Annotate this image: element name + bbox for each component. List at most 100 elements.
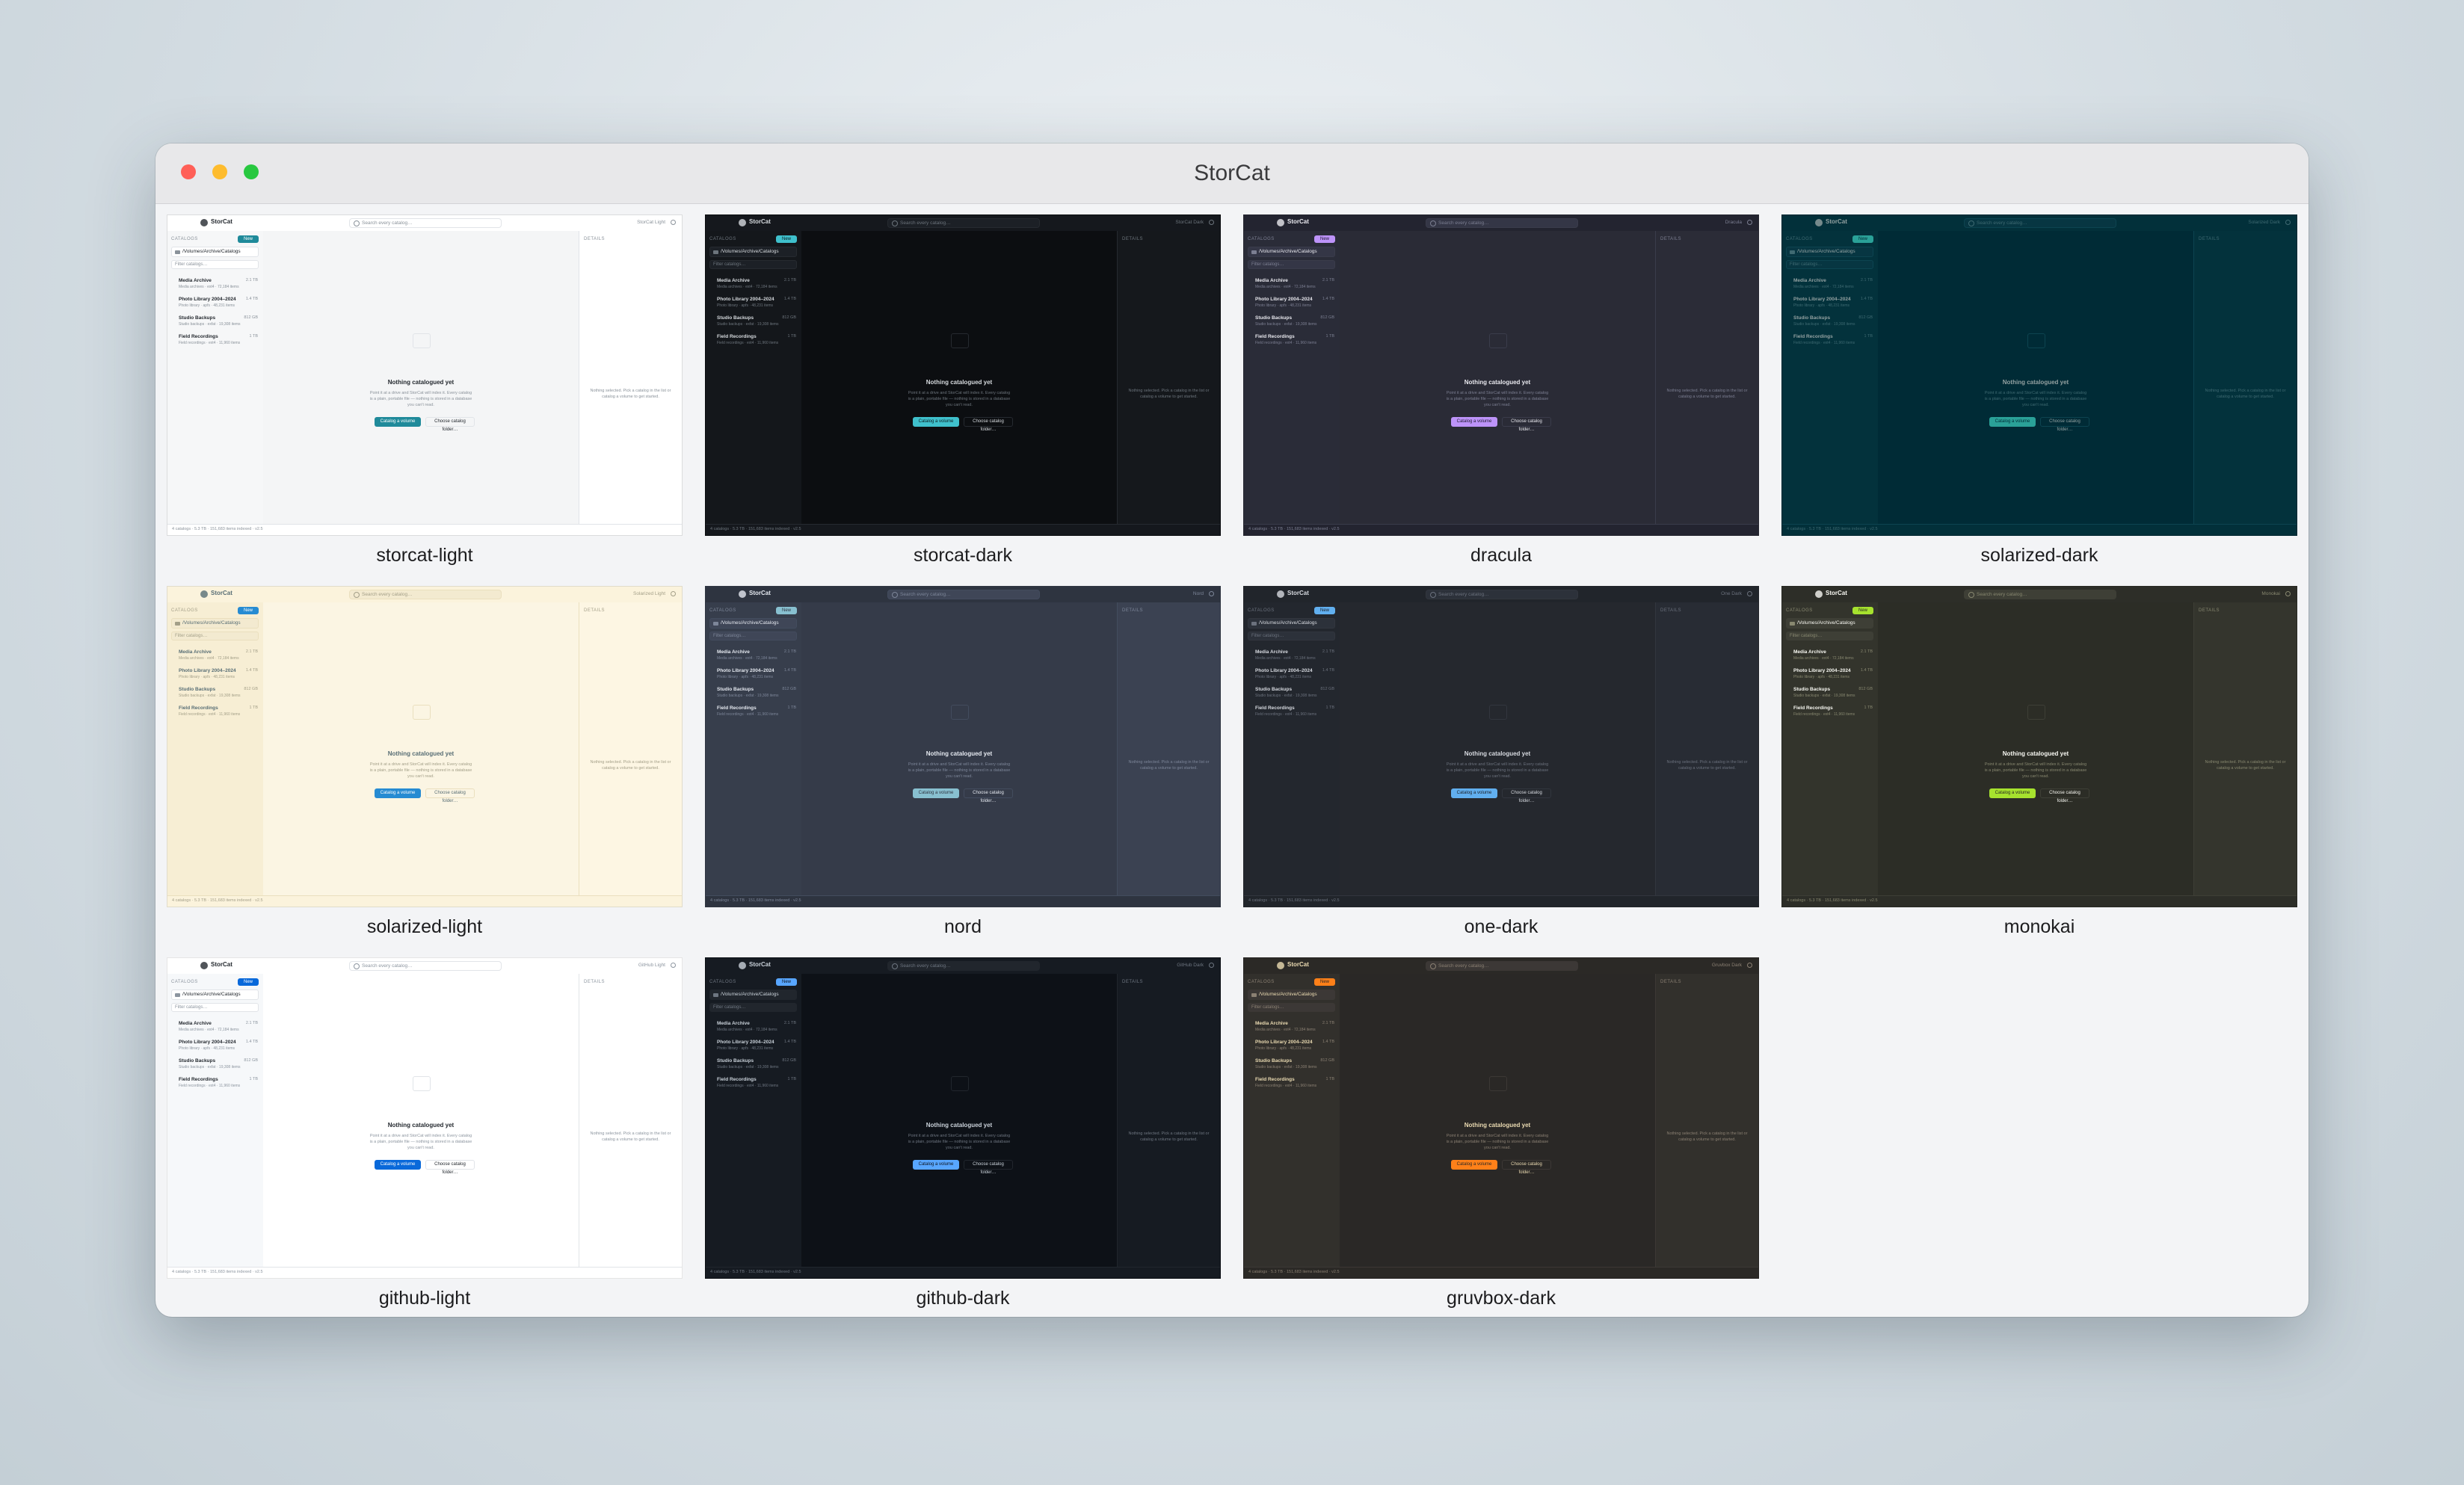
preview-search-input: Search every catalog… [349,218,502,228]
theme-preview[interactable]: StorCat Search every catalog… One Dark C… [1243,586,1759,907]
volume-size: 2.1 TB [1322,1021,1334,1025]
gear-icon [1209,220,1214,225]
volume-item: Field Recordings 1 TB Field recordings ·… [1249,334,1337,351]
volume-meta: Media archives · ext4 · 72,184 items [1255,1028,1316,1032]
details-header: DETAILS [2199,608,2220,613]
preview-details-panel: DETAILS Nothing selected. Pick a catalog… [1117,231,1220,525]
choose-folder-button: Choose catalog folder… [1502,417,1551,432]
volume-item: Studio Backups 812 GB Studio backups · e… [1249,687,1337,703]
volume-meta: Studio backups · exfat · 19,308 items [1793,322,1855,327]
choose-folder-button: Choose catalog folder… [964,1160,1013,1175]
catalog-path: /Volumes/Archive/Catalogs [1248,247,1335,257]
theme-preview[interactable]: StorCat Search every catalog… GitHub Dar… [705,957,1221,1279]
volume-size: 1.4 TB [245,1040,258,1044]
preview-search-input: Search every catalog… [1964,218,2116,228]
volume-name: Media Archive [1793,278,1826,283]
empty-title: Nothing catalogued yet [387,379,455,386]
search-icon [892,220,898,226]
preview-theme-name: Nord [1192,591,1204,596]
preview-empty-state: Nothing catalogued yet Point it at a dri… [263,602,579,896]
preview-empty-state: Nothing catalogued yet Point it at a dri… [263,231,579,525]
volume-size: 2.1 TB [1322,649,1334,654]
volume-name: Field Recordings [1793,706,1833,711]
filter-input: Filter catalogs… [709,260,797,269]
volume-meta: Media archives · ext4 · 72,184 items [179,1028,239,1032]
preview-toolbar: StorCat Search every catalog… StorCat Li… [167,215,682,232]
filter-input: Filter catalogs… [1248,260,1335,269]
details-text: Nothing selected. Pick a catalog in the … [590,760,671,771]
volume-name: Field Recordings [717,334,757,339]
preview-theme-name: Dracula [1725,220,1742,225]
preview-toolbar: StorCat Search every catalog… GitHub Lig… [167,958,682,975]
app-logo-icon [739,962,746,969]
theme-preview[interactable]: StorCat Search every catalog… StorCat Da… [705,214,1221,536]
volume-name: Media Archive [1255,278,1288,283]
details-text: Nothing selected. Pick a catalog in the … [1128,760,1210,771]
preview-status-bar: 4 catalogs · 5.3 TB · 151,683 items inde… [1244,895,1758,907]
volume-meta: Photo library · apfs · 48,231 items [717,1046,774,1051]
catalog-path: /Volumes/Archive/Catalogs [1786,247,1873,257]
filter-input: Filter catalogs… [171,1003,259,1012]
details-text: Nothing selected. Pick a catalog in the … [1666,1131,1748,1142]
volume-item: Studio Backups 812 GB Studio backups · e… [173,1058,261,1075]
volume-size: 1.4 TB [1860,668,1873,673]
preview-details-panel: DETAILS Nothing selected. Pick a catalog… [579,231,682,525]
volume-meta: Field recordings · ext4 · 11,960 items [717,1084,779,1088]
volume-name: Field Recordings [1793,334,1833,339]
empty-title: Nothing catalogued yet [1464,750,1531,757]
theme-label: github-dark [916,1288,1010,1309]
volume-meta: Field recordings · ext4 · 11,960 items [1255,341,1317,345]
choose-folder-button: Choose catalog folder… [425,417,475,432]
empty-catalog-icon [1489,333,1507,348]
preview-toolbar: StorCat Search every catalog… Nord [706,587,1220,603]
theme-preview[interactable]: StorCat Search every catalog… GitHub Lig… [167,957,683,1279]
volume-name: Photo Library 2004–2024 [1793,297,1851,302]
details-header: DETAILS [1122,237,1144,241]
volume-meta: Photo library · apfs · 48,231 items [1255,303,1312,308]
preview-sidebar: CATALOGS New /Volumes/Archive/Catalogs F… [1244,231,1340,525]
empty-catalog-icon [951,333,969,348]
catalog-volume-button: Catalog a volume [913,1160,959,1170]
preview-toolbar: StorCat Search every catalog… Monokai [1782,587,2297,603]
gear-icon [671,591,676,596]
volume-meta: Studio backups · exfat · 19,308 items [1255,694,1317,698]
theme-preview[interactable]: StorCat Search every catalog… Solarized … [167,586,683,907]
volume-item: Media Archive 2.1 TB Media archives · ex… [1787,278,1876,294]
volume-size: 1.4 TB [783,297,796,301]
empty-description: Point it at a drive and StorCat will ind… [1446,1134,1549,1150]
empty-catalog-icon [413,333,431,348]
catalog-path-text: /Volumes/Archive/Catalogs [1259,992,1317,997]
preview-toolbar: StorCat Search every catalog… Solarized … [1782,215,2297,232]
preview-search-input: Search every catalog… [887,590,1040,599]
new-catalog-button: New [1852,235,1873,243]
new-catalog-button: New [1314,235,1335,243]
volume-item: Media Archive 2.1 TB Media archives · ex… [173,1021,261,1037]
empty-description: Point it at a drive and StorCat will ind… [908,762,1011,779]
search-icon [1968,220,1974,226]
details-text: Nothing selected. Pick a catalog in the … [1128,389,1210,399]
volume-meta: Field recordings · ext4 · 11,960 items [717,712,779,717]
volume-size: 2.1 TB [783,1021,796,1025]
folder-icon [1790,622,1795,626]
preview-empty-state: Nothing catalogued yet Point it at a dri… [801,231,1117,525]
volume-item: Photo Library 2004–2024 1.4 TB Photo lib… [1249,668,1337,685]
preview-search-input: Search every catalog… [1426,590,1578,599]
volume-size: 2.1 TB [245,1021,258,1025]
choose-folder-button: Choose catalog folder… [2040,417,2089,432]
empty-description: Point it at a drive and StorCat will ind… [908,1134,1011,1150]
volume-item: Studio Backups 812 GB Studio backups · e… [1787,687,1876,703]
volume-item: Media Archive 2.1 TB Media archives · ex… [173,649,261,666]
theme-preview[interactable]: StorCat Search every catalog… StorCat Li… [167,214,683,536]
theme-preview[interactable]: StorCat Search every catalog… Solarized … [1781,214,2297,536]
theme-preview[interactable]: StorCat Search every catalog… Dracula CA… [1243,214,1759,536]
details-text: Nothing selected. Pick a catalog in the … [2205,760,2286,771]
theme-preview[interactable]: StorCat Search every catalog… Monokai CA… [1781,586,2297,907]
preview-sidebar: CATALOGS New /Volumes/Archive/Catalogs F… [1782,602,1879,896]
theme-label: solarized-light [366,916,483,937]
preview-sidebar: CATALOGS New /Volumes/Archive/Catalogs F… [167,602,264,896]
empty-title: Nothing catalogued yet [2002,379,2069,386]
details-text: Nothing selected. Pick a catalog in the … [590,1131,671,1142]
app-window: StorCat StorCat Search every catalog… St… [155,143,2309,1317]
theme-preview[interactable]: StorCat Search every catalog… Nord CATAL… [705,586,1221,907]
theme-preview[interactable]: StorCat Search every catalog… Gruvbox Da… [1243,957,1759,1279]
